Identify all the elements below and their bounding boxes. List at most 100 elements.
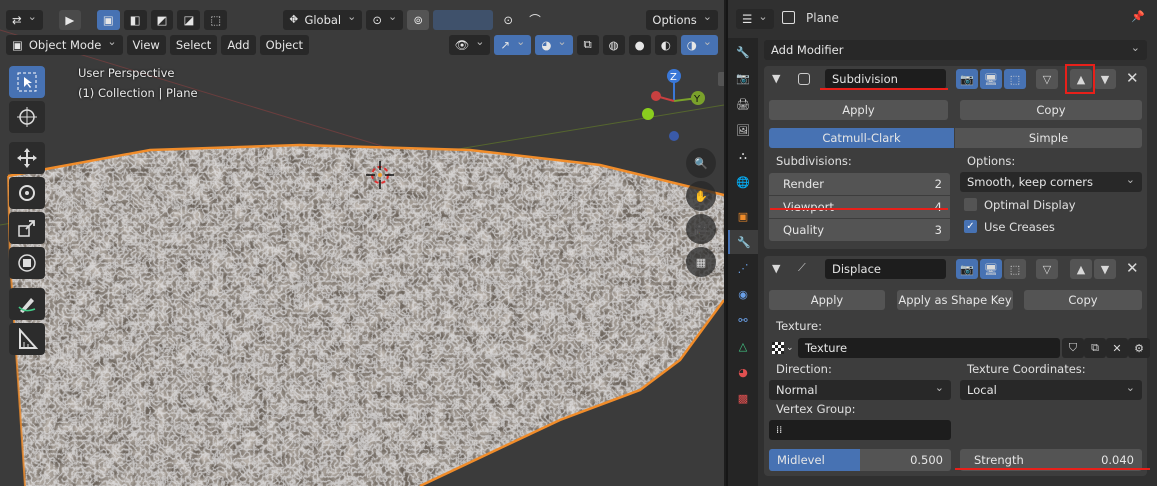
render-toggle-icon[interactable]: 📷 xyxy=(956,259,978,279)
xray-toggle-icon[interactable]: ⧉ xyxy=(576,34,599,55)
measure-tool-icon[interactable] xyxy=(9,323,45,355)
midlevel-slider[interactable]: Midlevel 0.500 xyxy=(769,449,951,471)
gizmo-toggle-icon[interactable]: ↗ xyxy=(494,34,532,55)
direction-dropdown[interactable]: Normal xyxy=(769,380,951,400)
subdivision-copy-button[interactable]: Copy xyxy=(960,100,1142,120)
select-invert-button[interactable]: ◪ xyxy=(177,9,201,30)
editor-type-dropdown[interactable]: ☰ xyxy=(736,9,774,29)
select-box-tool-button[interactable]: ▶ xyxy=(58,9,81,30)
apply-as-shape-key-button[interactable]: Apply as Shape Key xyxy=(897,290,1013,310)
menu-object[interactable]: Object xyxy=(259,34,310,55)
pan-hand-icon[interactable]: ✋ xyxy=(686,181,716,211)
texture-browse-icon[interactable]: ⌄ xyxy=(772,338,796,358)
displace-apply-button[interactable]: Apply xyxy=(769,290,885,310)
vertex-group-field[interactable]: ⁞⁞ xyxy=(769,420,951,440)
collapse-arrow-icon[interactable]: ▼ xyxy=(772,72,780,85)
uv-smooth-dropdown[interactable]: Smooth, keep corners xyxy=(960,172,1142,192)
unlink-texture-icon[interactable]: ✕ xyxy=(1106,338,1128,358)
object-tab-icon[interactable]: ▣ xyxy=(728,204,758,228)
render-toggle-icon[interactable]: 📷 xyxy=(956,69,978,89)
tab-catmull-clark[interactable]: Catmull-Clark xyxy=(769,128,954,148)
tool-tab-icon[interactable]: 🔧 xyxy=(728,40,758,64)
mode-dropdown[interactable]: ▣ Object Mode xyxy=(6,34,123,55)
wireframe-shading-icon[interactable]: ◍ xyxy=(602,34,625,55)
menu-view[interactable]: View xyxy=(126,34,166,55)
orientation-dropdown[interactable]: ⛖ Global xyxy=(283,9,363,30)
view-layer-tab-icon[interactable]: 🖼 xyxy=(728,118,758,142)
texture-tab-icon[interactable]: ▩ xyxy=(728,386,758,410)
texture-name-field[interactable]: Texture xyxy=(798,338,1060,358)
material-shading-icon[interactable]: ◐ xyxy=(654,34,677,55)
physics-tab-icon[interactable]: ◉ xyxy=(728,282,758,306)
new-texture-icon[interactable]: ⧉ xyxy=(1084,338,1106,358)
select-tool-icon[interactable] xyxy=(9,66,45,98)
3d-viewport[interactable]: ⇄ ▶ ▣ ◧ ◩ ◪ ⬚ ⛖ Global ⊙ ⊚ ⊙ ⌒ Options ▣… xyxy=(0,0,724,486)
add-modifier-dropdown[interactable]: Add Modifier xyxy=(764,40,1147,60)
editmode-toggle-icon[interactable]: ⬚ xyxy=(1004,259,1026,279)
snap-toggle[interactable]: ⊚ xyxy=(407,9,430,30)
solid-shading-icon[interactable]: ● xyxy=(628,34,651,55)
collapse-arrow-icon[interactable]: ▼ xyxy=(772,262,780,275)
render-tab-icon[interactable]: 📷 xyxy=(728,66,758,90)
overlays-toggle-icon[interactable]: ◕ xyxy=(535,34,573,55)
render-levels-field[interactable]: Render 2 xyxy=(769,173,950,195)
viewport-display-icon[interactable]: 🖥 xyxy=(980,259,1002,279)
world-tab-icon[interactable]: 🌐 xyxy=(728,170,758,194)
transform-pivot-button[interactable]: ⇄ xyxy=(6,9,43,30)
subdivision-apply-button[interactable]: Apply xyxy=(769,100,948,120)
fake-user-shield-icon[interactable]: ⛉ xyxy=(1062,338,1084,358)
quality-field[interactable]: Quality 3 xyxy=(769,219,950,241)
displace-name-field[interactable]: Displace xyxy=(825,259,946,279)
texture-coordinates-dropdown[interactable]: Local xyxy=(960,380,1142,400)
zoom-icon[interactable]: 🔍 xyxy=(686,148,716,178)
options-dropdown[interactable]: Options xyxy=(646,9,718,30)
editmode-toggle-icon[interactable]: ⬚ xyxy=(1004,69,1026,89)
menu-select[interactable]: Select xyxy=(169,34,218,55)
move-down-icon[interactable]: ▼ xyxy=(1094,259,1116,279)
move-down-icon[interactable]: ▼ xyxy=(1094,69,1116,89)
proportional-edit-icon[interactable]: ⊙ xyxy=(497,10,519,30)
pin-icon[interactable]: 📌 xyxy=(1131,10,1145,23)
visibility-eye-icon[interactable]: 👁 xyxy=(448,34,491,55)
material-tab-icon[interactable]: ◕ xyxy=(728,360,758,384)
texture-properties-icon[interactable]: ⚙ xyxy=(1128,338,1150,358)
move-up-icon[interactable]: ▲ xyxy=(1070,259,1092,279)
cage-toggle-icon[interactable]: ▽ xyxy=(1036,259,1058,279)
falloff-curve-icon[interactable]: ⌒ xyxy=(523,10,547,30)
remove-modifier-icon[interactable]: ✕ xyxy=(1126,259,1139,277)
move-tool-icon[interactable] xyxy=(9,142,45,174)
rendered-shading-icon[interactable]: ◑ xyxy=(680,34,718,55)
snap-target-dropdown[interactable] xyxy=(433,9,494,30)
menu-add[interactable]: Add xyxy=(221,34,256,55)
remove-modifier-icon[interactable]: ✕ xyxy=(1126,69,1139,87)
subdivision-name-field[interactable]: Subdivision xyxy=(825,69,946,89)
data-tab-icon[interactable]: △ xyxy=(728,334,758,358)
rotate-tool-icon[interactable] xyxy=(9,177,45,209)
transform-tool-icon[interactable] xyxy=(9,247,45,279)
cursor-tool-icon[interactable] xyxy=(9,101,45,133)
select-extend-button[interactable]: ◧ xyxy=(123,9,147,30)
select-intersect-button[interactable]: ⬚ xyxy=(204,9,228,30)
tab-simple[interactable]: Simple xyxy=(955,128,1142,148)
use-creases-checkbox[interactable]: ✓ xyxy=(964,220,977,233)
modifier-tab-icon[interactable]: 🔧 xyxy=(728,230,758,254)
cage-toggle-icon[interactable]: ▽ xyxy=(1036,69,1058,89)
particles-tab-icon[interactable]: ⋰ xyxy=(728,256,758,280)
displace-copy-button[interactable]: Copy xyxy=(1024,290,1142,310)
select-subtract-button[interactable]: ◩ xyxy=(150,9,174,30)
scene-tab-icon[interactable]: ⛬ xyxy=(728,144,758,168)
optimal-display-checkbox[interactable] xyxy=(964,198,977,211)
viewport-display-icon[interactable]: 🖥 xyxy=(980,69,1002,89)
camera-view-icon[interactable]: 🎥 xyxy=(686,214,716,244)
perspective-toggle-icon[interactable]: ▦ xyxy=(686,247,716,277)
output-tab-icon[interactable]: 🖨 xyxy=(728,92,758,116)
constraints-tab-icon[interactable]: ⚯ xyxy=(728,308,758,332)
select-new-button[interactable]: ▣ xyxy=(96,9,120,30)
sidebar-toggle-handle[interactable] xyxy=(718,72,724,86)
pivot-point-dropdown[interactable]: ⊙ xyxy=(366,9,404,30)
use-creases-label: Use Creases xyxy=(984,220,1055,234)
navigation-gizmo[interactable]: Z Y xyxy=(636,66,716,146)
annotate-tool-icon[interactable] xyxy=(9,288,45,320)
viewport-levels-field[interactable]: Viewport 4 xyxy=(769,196,950,218)
scale-tool-icon[interactable] xyxy=(9,212,45,244)
